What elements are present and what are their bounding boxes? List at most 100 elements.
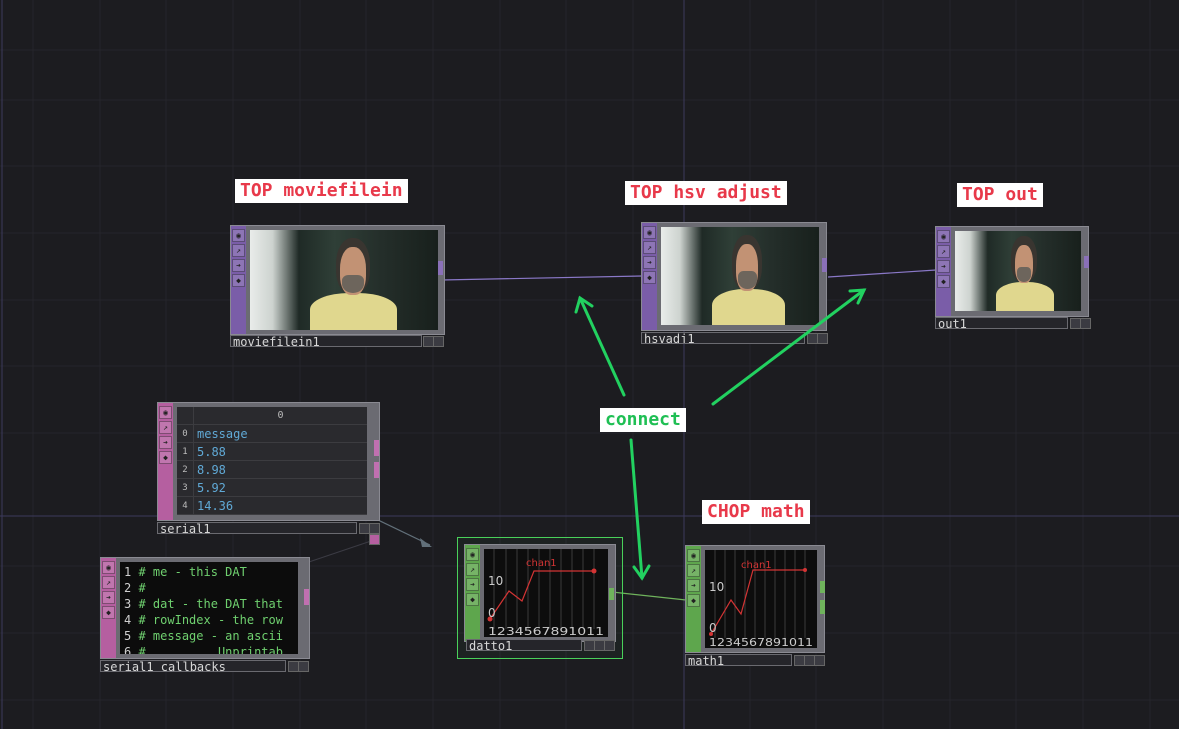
bypass-icon[interactable]: ↗ [102,576,115,589]
output-connector[interactable] [374,440,379,456]
output-connector[interactable] [822,258,827,272]
cell-value[interactable]: 8.98 [193,460,367,479]
viewer-icon[interactable]: ◉ [232,229,245,242]
callback-connector-icon[interactable] [369,534,380,545]
lock-icon[interactable]: ◆ [643,271,656,284]
node-body[interactable]: ◉ ↗ ➔ ◆ [230,225,445,335]
node-math1[interactable]: ◉ ↗ ➔ ◆ chan1 10 0 1234567891011 math1 [685,545,827,669]
channel-viewer[interactable]: chan1 10 0 1234567891011 [705,550,817,648]
cook-icon[interactable]: ➔ [466,578,479,591]
column-header: 0 [193,407,367,425]
annotation-top-hsv-adjust: TOP hsv adjust [625,181,787,205]
node-expand-icon[interactable] [817,333,828,344]
line-text: # dat - the DAT that [138,597,283,611]
lock-icon[interactable]: ◆ [102,606,115,619]
output-connector[interactable] [609,588,614,600]
bypass-icon[interactable]: ↗ [687,564,700,577]
node-serial1-callbacks[interactable]: ◉ ↗ ➔ ◆ 1 # me - this DAT 2 # 3 # dat - … [100,557,312,673]
node-body[interactable]: ◉ ↗ ➔ ◆ [641,222,827,331]
channel-graph: chan1 10 0 1234567891011 [709,550,813,648]
viewer-icon[interactable]: ◉ [159,406,172,419]
cell-value[interactable]: 5.88 [193,442,367,461]
node-expand-icon[interactable] [433,336,444,347]
node-name-label[interactable]: datto1 [466,639,582,651]
cook-icon[interactable]: ➔ [102,591,115,604]
cook-icon[interactable]: ➔ [687,579,700,592]
output-connector[interactable] [820,581,825,593]
bypass-icon[interactable]: ↗ [643,241,656,254]
bypass-icon[interactable]: ↗ [466,563,479,576]
node-body[interactable]: ◉ ↗ ➔ ◆ [935,226,1089,317]
channel-viewer[interactable]: chan1 10 0 1234567891011 [484,549,608,637]
cook-icon[interactable]: ➔ [937,260,950,273]
node-info-icon[interactable] [814,655,825,666]
lock-icon[interactable]: ◆ [687,594,700,607]
lock-icon[interactable]: ◆ [232,274,245,287]
table-viewer[interactable]: 0 0 message 1 5.88 2 8.98 3 5.92 4 14.36 [177,407,367,515]
node-name-label[interactable]: hsvadj1 [641,332,805,344]
node-hsvadj1[interactable]: ◉ ↗ ➔ ◆ hsvadj1 [641,222,831,346]
node-body[interactable]: ◉ ↗ ➔ ◆ 0 0 message 1 5.88 2 8.98 3 5.92… [157,402,380,521]
node-out1[interactable]: ◉ ↗ ➔ ◆ out1 [935,226,1093,332]
output-connector[interactable] [304,589,309,605]
node-datto1[interactable]: ◉ ↗ ➔ ◆ chan1 10 0 1234567891011 datto1 [457,537,623,659]
line-number: 4 [124,613,132,627]
viewer-icon[interactable]: ◉ [643,226,656,239]
table-row: 1 5.88 [177,442,367,461]
node-flags: ◉ ↗ ➔ ◆ [158,403,173,520]
output-connector[interactable] [820,600,825,614]
lock-icon[interactable]: ◆ [937,275,950,288]
channel-name: chan1 [526,558,557,569]
bypass-icon[interactable]: ↗ [232,244,245,257]
bypass-icon[interactable]: ↗ [159,421,172,434]
node-info-icon[interactable] [604,640,615,651]
serial-table: 0 0 message 1 5.88 2 8.98 3 5.92 4 14.36 [177,407,367,515]
annotation-connect: connect [600,408,686,432]
output-connector[interactable] [1084,256,1089,268]
text-viewer[interactable]: 1 # me - this DAT 2 # 3 # dat - the DAT … [120,562,298,654]
node-name-label[interactable]: serial1 [157,522,357,534]
node-expand-icon[interactable] [369,523,380,534]
node-body[interactable]: ◉ ↗ ➔ ◆ 1 # me - this DAT 2 # 3 # dat - … [100,557,310,659]
node-name-label[interactable]: moviefilein1 [230,335,422,347]
lock-icon[interactable]: ◆ [159,451,172,464]
code-line: 4 # rowIndex - the row [120,610,298,630]
line-number: 5 [124,629,132,643]
image-viewer[interactable] [661,227,819,325]
node-name-label[interactable]: serial1_callbacks [100,660,286,672]
bypass-icon[interactable]: ↗ [937,245,950,258]
cook-icon[interactable]: ➔ [232,259,245,272]
node-moviefilein1[interactable]: ◉ ↗ ➔ ◆ moviefilein1 [230,225,445,349]
node-flags: ◉ ↗ ➔ ◆ [936,227,951,316]
viewer-icon[interactable]: ◉ [687,549,700,562]
cell-value[interactable]: 14.36 [193,496,367,515]
cell-value[interactable]: 5.92 [193,478,367,497]
portrait-image [250,230,438,330]
node-body[interactable]: ◉ ↗ ➔ ◆ chan1 10 0 1234567891011 [685,545,825,653]
node-body[interactable]: ◉ ↗ ➔ ◆ chan1 10 0 1234567891011 [464,544,616,642]
annotation-top-moviefilein: TOP moviefilein [235,179,408,203]
x-labels: 1234567891011 [488,625,604,637]
image-viewer[interactable] [250,230,438,330]
viewer-icon[interactable]: ◉ [102,561,115,574]
lock-icon[interactable]: ◆ [466,593,479,606]
cell-value[interactable]: message [193,424,367,443]
cook-icon[interactable]: ➔ [159,436,172,449]
image-viewer[interactable] [955,231,1081,311]
node-serial1[interactable]: ◉ ↗ ➔ ◆ 0 0 message 1 5.88 2 8.98 3 5.92… [157,402,381,548]
table-row: 3 5.92 [177,478,367,497]
viewer-icon[interactable]: ◉ [466,548,479,561]
node-expand-icon[interactable] [1080,318,1091,329]
node-name-label[interactable]: out1 [935,317,1068,329]
line-text: # message - an ascii [138,629,283,643]
portrait-image [955,231,1081,311]
channel-end-dot [803,568,807,572]
node-name-label[interactable]: math1 [685,654,792,666]
node-expand-icon[interactable] [298,661,309,672]
cook-icon[interactable]: ➔ [643,256,656,269]
code-line: 5 # message - an ascii [120,626,298,646]
output-connector[interactable] [374,462,379,478]
viewer-icon[interactable]: ◉ [937,230,950,243]
output-connector[interactable] [438,261,443,275]
line-number: 2 [124,581,132,595]
